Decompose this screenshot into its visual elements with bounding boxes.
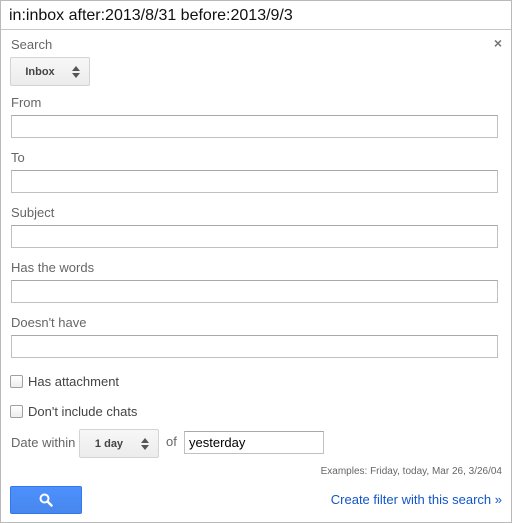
to-field[interactable] xyxy=(11,170,498,193)
search-scope-label: Search xyxy=(11,37,53,52)
create-filter-link[interactable]: Create filter with this search » xyxy=(331,492,502,507)
no-chats-label: Don't include chats xyxy=(28,404,138,419)
of-label: of xyxy=(166,434,177,449)
no-chats-checkbox[interactable] xyxy=(10,405,23,418)
date-range-select[interactable]: 1 day xyxy=(79,429,159,458)
doesnt-have-field[interactable] xyxy=(11,335,498,358)
search-button[interactable] xyxy=(10,486,82,514)
has-attachment-option[interactable]: Has attachment xyxy=(10,374,119,389)
search-scope-value: Inbox xyxy=(25,65,55,78)
from-field[interactable] xyxy=(11,115,498,138)
updown-arrows-icon xyxy=(138,436,152,452)
has-attachment-checkbox[interactable] xyxy=(10,375,23,388)
search-query-bar[interactable]: in:inbox after:2013/8/31 before:2013/9/3 xyxy=(1,1,511,30)
date-examples-hint: Examples: Friday, today, Mar 26, 3/26/04 xyxy=(320,466,502,477)
subject-label: Subject xyxy=(11,205,55,220)
date-range-value: 1 day xyxy=(94,437,124,450)
search-scope-select[interactable]: Inbox xyxy=(10,57,90,86)
from-label: From xyxy=(11,95,42,110)
updown-arrows-icon xyxy=(69,64,83,80)
close-icon[interactable]: × xyxy=(494,35,502,51)
to-label: To xyxy=(11,150,25,165)
has-attachment-label: Has attachment xyxy=(28,374,120,389)
search-icon xyxy=(39,493,53,507)
subject-field[interactable] xyxy=(11,225,498,248)
doesnt-have-label: Doesn't have xyxy=(11,315,87,330)
date-within-label: Date within xyxy=(11,435,76,450)
has-words-label: Has the words xyxy=(11,260,95,275)
has-words-field[interactable] xyxy=(11,280,498,303)
date-field[interactable] xyxy=(184,431,324,454)
no-chats-option[interactable]: Don't include chats xyxy=(10,404,137,419)
